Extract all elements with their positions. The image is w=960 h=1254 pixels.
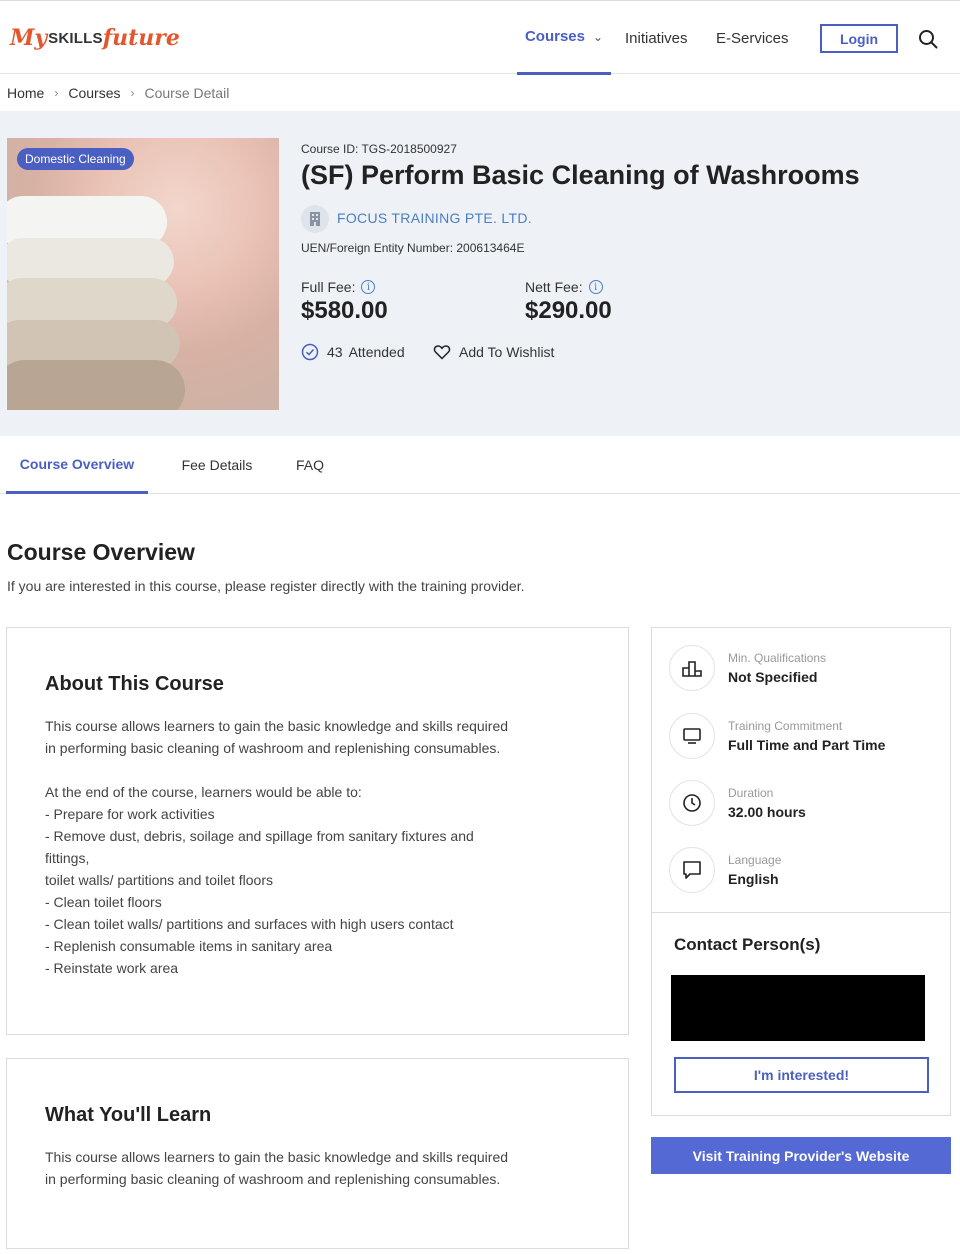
info-qualifications: Min. Qualifications Not Specified [669, 643, 826, 693]
info-commitment: Training Commitment Full Time and Part T… [669, 711, 885, 761]
site-header: My SKILLS future Courses ⌄ Initiatives E… [0, 0, 960, 75]
add-to-wishlist-button[interactable]: Add To Wishlist [433, 343, 554, 361]
breadcrumb-home[interactable]: Home [7, 85, 44, 101]
building-icon [301, 205, 329, 233]
course-image [7, 138, 279, 410]
breadcrumb-courses[interactable]: Courses [68, 85, 120, 101]
search-icon[interactable] [918, 29, 938, 49]
breadcrumb: Home › Courses › Course Detail [7, 84, 229, 102]
duration-value: 32.00 hours [728, 804, 806, 820]
duration-label: Duration [728, 786, 774, 800]
language-label: Language [728, 853, 782, 867]
commitment-value: Full Time and Part Time [728, 737, 886, 753]
qualifications-value: Not Specified [728, 669, 818, 685]
myskillsfuture-logo[interactable]: My SKILLS future [10, 15, 180, 61]
nett-fee-label: Nett Fee: i [525, 279, 603, 295]
contact-title: Contact Person(s) [674, 935, 821, 954]
chevron-right-icon: › [54, 86, 59, 100]
nett-fee-value: $290.00 [525, 297, 612, 324]
nett-fee-label-text: Nett Fee: [525, 279, 583, 295]
full-fee-label: Full Fee: i [301, 279, 376, 295]
login-button[interactable]: Login [820, 24, 898, 53]
chevron-right-icon: › [130, 86, 135, 100]
nav-courses-label: Courses [524, 28, 585, 45]
what-you-learn-title: What You'll Learn [45, 1104, 212, 1126]
section-subtitle: If you are interested in this course, pl… [7, 578, 525, 594]
interested-button[interactable]: I'm interested! [674, 1057, 929, 1093]
what-you-learn-card: What You'll Learn This course allows lea… [6, 1058, 629, 1249]
logo-future: future [102, 25, 180, 51]
monitor-icon [669, 713, 715, 759]
attended-number: 43 [327, 344, 343, 360]
tab-fee-details[interactable]: Fee Details [165, 436, 269, 494]
info-icon[interactable]: i [361, 280, 376, 294]
info-icon[interactable]: i [588, 280, 603, 294]
commitment-label: Training Commitment [728, 719, 843, 733]
about-course-title: About This Course [45, 673, 224, 695]
section-title: Course Overview [7, 539, 195, 565]
attended-count: 43 Attended [301, 343, 405, 361]
breadcrumb-current: Course Detail [144, 85, 230, 101]
chevron-down-icon: ⌄ [592, 29, 604, 44]
qualifications-label: Min. Qualifications [728, 651, 827, 665]
visit-provider-website-button[interactable]: Visit Training Provider's Website [651, 1137, 951, 1174]
what-you-learn-body: This course allows learners to gain the … [45, 1149, 509, 1187]
nav-courses[interactable]: Courses ⌄ [517, 1, 611, 75]
course-id: Course ID: TGS-2018500927 [301, 142, 457, 156]
wishlist-label: Add To Wishlist [459, 344, 555, 360]
logo-my: My [10, 25, 48, 51]
check-circle-icon [301, 343, 319, 361]
uen-number: UEN/Foreign Entity Number: 200613464E [301, 241, 525, 255]
tab-faq[interactable]: FAQ [284, 436, 336, 494]
course-title: (SF) Perform Basic Cleaning of Washrooms [301, 160, 860, 190]
info-duration: Duration 32.00 hours [669, 778, 806, 828]
language-value: English [728, 871, 779, 887]
tab-course-overview[interactable]: Course Overview [6, 436, 148, 494]
podium-icon [669, 645, 715, 691]
about-course-body: This course allows learners to gain the … [45, 718, 509, 976]
clock-icon [669, 780, 715, 826]
full-fee-label-text: Full Fee: [301, 279, 356, 295]
divider [652, 912, 950, 913]
nav-initiatives[interactable]: Initiatives [625, 1, 688, 75]
contact-details-redacted [671, 975, 925, 1041]
heart-icon [433, 345, 451, 360]
course-tabs: Course Overview Fee Details FAQ [0, 436, 960, 494]
attended-label: Attended [348, 344, 405, 360]
logo-skills: SKILLS [48, 29, 103, 47]
course-info-card: Min. Qualifications Not Specified Traini… [651, 627, 951, 1116]
about-course-card: About This Course This course allows lea… [6, 627, 629, 1035]
provider-link[interactable]: FOCUS TRAINING PTE. LTD. [337, 210, 532, 226]
category-badge: Domestic Cleaning [17, 148, 134, 170]
nav-eservices[interactable]: E-Services [716, 1, 789, 75]
info-language: Language English [669, 845, 781, 895]
full-fee-value: $580.00 [301, 297, 388, 324]
chat-bubble-icon [669, 847, 715, 893]
